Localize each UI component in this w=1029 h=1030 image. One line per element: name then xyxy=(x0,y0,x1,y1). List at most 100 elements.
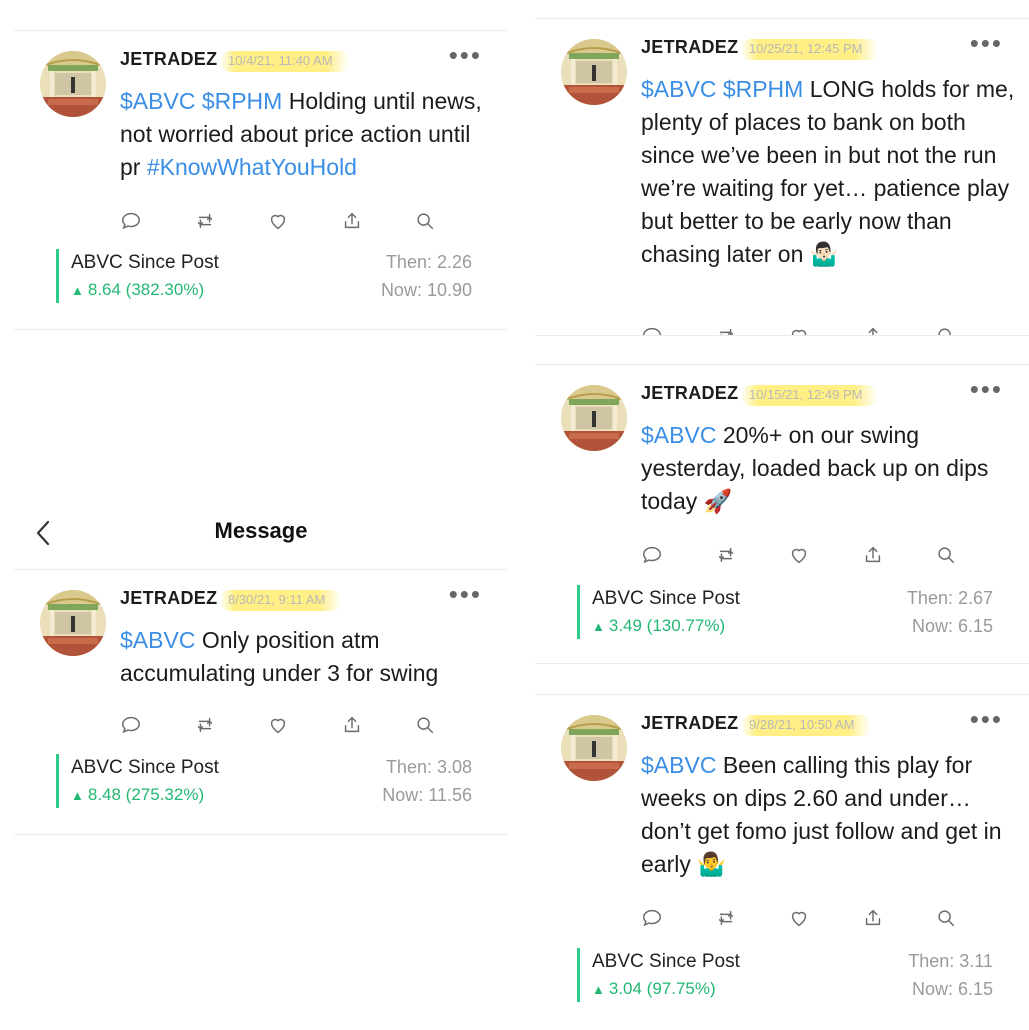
search-icon[interactable] xyxy=(935,544,957,566)
like-icon[interactable] xyxy=(788,325,810,336)
share-icon[interactable] xyxy=(862,907,884,929)
reshare-icon[interactable] xyxy=(715,544,737,566)
stats-bar xyxy=(56,754,59,808)
action-bar xyxy=(120,209,436,233)
more-options-icon[interactable]: ••• xyxy=(449,42,482,68)
avatar[interactable] xyxy=(40,51,106,117)
since-post-stats[interactable]: ABVC Since Post ▲ 3.04 (97.75%) Then: 3.1… xyxy=(577,948,993,1002)
stats-change: ▲ 3.04 (97.75%) xyxy=(592,979,716,999)
more-options-icon[interactable]: ••• xyxy=(970,706,1003,732)
stats-label: ABVC Since Post xyxy=(71,252,219,273)
share-icon[interactable] xyxy=(341,714,363,736)
stats-bar xyxy=(577,948,580,1002)
post-body: $ABVC Been calling this play for weeks o… xyxy=(641,749,1015,881)
search-icon[interactable] xyxy=(935,325,957,336)
username[interactable]: JETRADEZ xyxy=(120,588,217,609)
right-column: JETRADEZ 10/25/21, 12:45 PM ••• $ABVC $R… xyxy=(521,0,1029,1030)
since-post-stats[interactable]: ABVC Since Post ▲ 3.49 (130.77%) Then: 2.… xyxy=(577,585,993,639)
username[interactable]: JETRADEZ xyxy=(641,37,738,58)
cashtag[interactable]: $ABVC $RPHM xyxy=(641,76,803,102)
cashtag[interactable]: $ABVC xyxy=(641,422,716,448)
reply-icon[interactable] xyxy=(641,907,663,929)
stats-now: Now: 11.56 xyxy=(382,785,472,805)
reshare-icon[interactable] xyxy=(194,714,216,736)
reply-icon[interactable] xyxy=(641,544,663,566)
avatar[interactable] xyxy=(561,385,627,451)
stats-change: ▲ 3.49 (130.77%) xyxy=(592,616,725,636)
action-bar xyxy=(641,325,957,336)
stats-change: ▲ 8.48 (275.32%) xyxy=(71,785,204,805)
post-body: $ABVC 20%+ on our swing yesterday, loade… xyxy=(641,419,1015,518)
stats-then: Then: 2.67 xyxy=(906,588,993,608)
search-icon[interactable] xyxy=(414,714,436,736)
reply-icon[interactable] xyxy=(120,714,142,736)
more-options-icon[interactable]: ••• xyxy=(970,376,1003,402)
share-icon[interactable] xyxy=(341,210,363,232)
like-icon[interactable] xyxy=(267,714,289,736)
stats-now: Now: 6.15 xyxy=(911,979,993,999)
stats-label: ABVC Since Post xyxy=(71,757,219,778)
avatar[interactable] xyxy=(561,39,627,105)
share-icon[interactable] xyxy=(862,325,884,336)
like-icon[interactable] xyxy=(788,907,810,929)
stats-now: Now: 10.90 xyxy=(380,280,472,300)
avatar[interactable] xyxy=(561,715,627,781)
reshare-icon[interactable] xyxy=(715,325,737,336)
stats-bar xyxy=(577,585,580,639)
hashtag[interactable]: #KnowWhatYouHold xyxy=(147,154,357,180)
up-arrow-icon: ▲ xyxy=(592,982,605,997)
username[interactable]: JETRADEZ xyxy=(641,713,738,734)
post-card[interactable]: JETRADEZ 9/28/21, 10:50 AM ••• $ABVC Bee… xyxy=(535,694,1029,1030)
action-bar xyxy=(641,543,957,567)
up-arrow-icon: ▲ xyxy=(71,283,84,298)
timestamp: 9/28/21, 10:50 AM xyxy=(741,715,871,736)
post-body: $ABVC Only position atm accumulating und… xyxy=(120,624,494,690)
stats-change-value: 3.49 (130.77%) xyxy=(608,616,726,635)
up-arrow-icon: ▲ xyxy=(71,788,84,803)
post-text: LONG holds for me, plenty of places to b… xyxy=(641,76,1015,267)
action-bar xyxy=(641,906,957,930)
cashtag[interactable]: $ABVC $RPHM xyxy=(120,88,282,114)
stats-now: Now: 6.15 xyxy=(911,616,993,636)
post-card[interactable]: JETRADEZ 10/4/21, 11:40 AM ••• $ABVC $RP… xyxy=(14,30,508,330)
share-icon[interactable] xyxy=(862,544,884,566)
reshare-icon[interactable] xyxy=(194,210,216,232)
like-icon[interactable] xyxy=(788,544,810,566)
stats-then: Then: 3.11 xyxy=(908,951,993,971)
post-card[interactable]: JETRADEZ 10/25/21, 12:45 PM ••• $ABVC $R… xyxy=(535,18,1029,336)
message-header: Message xyxy=(14,498,508,568)
more-options-icon[interactable]: ••• xyxy=(970,30,1003,56)
reply-icon[interactable] xyxy=(120,210,142,232)
search-icon[interactable] xyxy=(935,907,957,929)
timestamp: 8/30/21, 9:11 AM xyxy=(220,590,342,611)
stats-change: ▲ 8.64 (382.30%) xyxy=(71,280,204,300)
since-post-stats[interactable]: ABVC Since Post ▲ 8.64 (382.30%) Then: 2.… xyxy=(56,249,472,303)
since-post-stats[interactable]: ABVC Since Post ▲ 8.48 (275.32%) Then: 3.… xyxy=(56,754,472,808)
action-bar xyxy=(120,713,436,737)
reply-icon[interactable] xyxy=(641,325,663,336)
cashtag[interactable]: $ABVC xyxy=(120,627,195,653)
post-body: $ABVC $RPHM LONG holds for me, plenty of… xyxy=(641,73,1015,271)
reshare-icon[interactable] xyxy=(715,907,737,929)
page-title: Message xyxy=(214,518,308,543)
left-column: JETRADEZ 10/4/21, 11:40 AM ••• $ABVC $RP… xyxy=(0,0,508,1029)
stats-change-value: 8.48 (275.32%) xyxy=(87,785,205,804)
post-card[interactable]: JETRADEZ 8/30/21, 9:11 AM ••• $ABVC Only… xyxy=(14,569,508,835)
timestamp: 10/15/21, 12:49 PM xyxy=(741,385,879,406)
stats-then: Then: 2.26 xyxy=(385,252,472,272)
search-icon[interactable] xyxy=(414,210,436,232)
cashtag[interactable]: $ABVC xyxy=(641,752,716,778)
timestamp: 10/25/21, 12:45 PM xyxy=(741,39,879,60)
stats-bar xyxy=(56,249,59,303)
avatar[interactable] xyxy=(40,590,106,656)
username[interactable]: JETRADEZ xyxy=(120,49,217,70)
post-card[interactable]: JETRADEZ 10/15/21, 12:49 PM ••• $ABVC 20… xyxy=(535,364,1029,664)
more-options-icon[interactable]: ••• xyxy=(449,581,482,607)
stats-then: Then: 3.08 xyxy=(385,757,472,777)
like-icon[interactable] xyxy=(267,210,289,232)
stats-change-value: 8.64 (382.30%) xyxy=(87,280,205,299)
username[interactable]: JETRADEZ xyxy=(641,383,738,404)
gutter xyxy=(508,0,521,1029)
stats-change-value: 3.04 (97.75%) xyxy=(608,979,716,998)
post-body: $ABVC $RPHM Holding until news, not worr… xyxy=(120,85,494,184)
